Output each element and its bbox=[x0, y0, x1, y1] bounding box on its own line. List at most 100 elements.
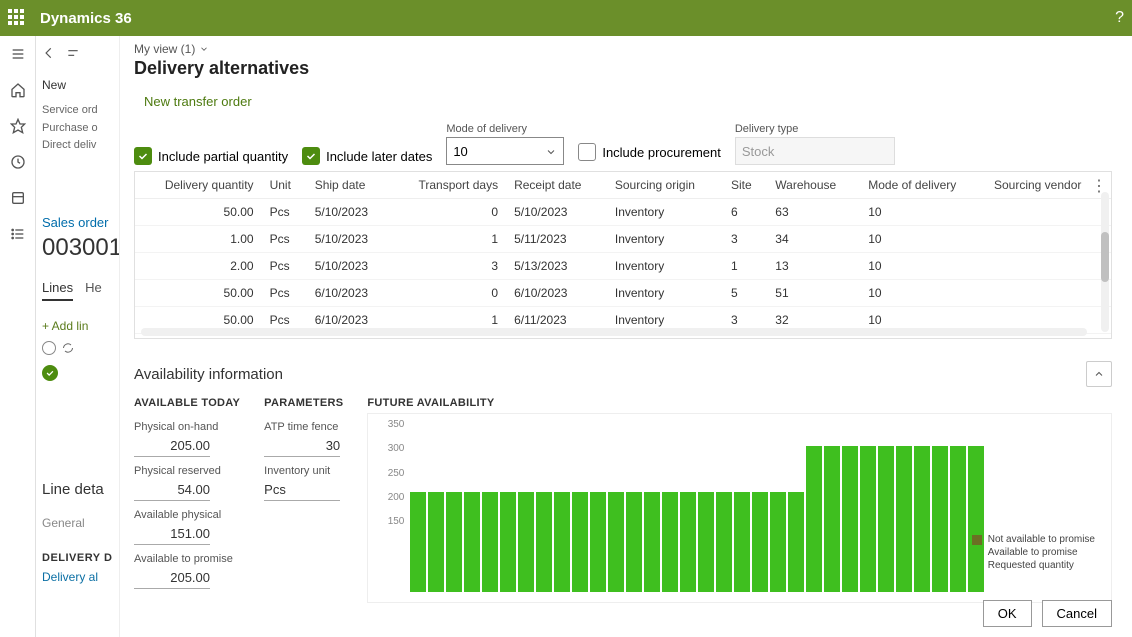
avail-phys-label: Available physical bbox=[134, 509, 240, 521]
col-header[interactable]: Ship date bbox=[307, 172, 391, 199]
table-cell: Pcs bbox=[262, 253, 307, 280]
table-cell: 5/13/2023 bbox=[506, 253, 607, 280]
breadcrumb-label: My view (1) bbox=[134, 42, 195, 56]
table-row[interactable]: 2.00Pcs5/10/202335/13/2023Inventory11310 bbox=[135, 253, 1111, 280]
line-details-header: Line deta bbox=[42, 481, 113, 498]
delivery-type-input: Stock bbox=[735, 137, 895, 165]
filter-row: Include partial quantity Include later d… bbox=[134, 123, 1112, 165]
atp-label: Available to promise bbox=[134, 553, 240, 565]
include-later-checkbox[interactable]: Include later dates bbox=[302, 147, 432, 165]
tool-icon[interactable] bbox=[66, 46, 80, 60]
table-cell: 0 bbox=[391, 280, 507, 307]
collapse-button[interactable] bbox=[1086, 361, 1112, 387]
col-header[interactable]: Delivery quantity bbox=[135, 172, 262, 199]
table-cell: 10 bbox=[860, 199, 986, 226]
sales-order-label[interactable]: Sales order bbox=[42, 215, 113, 230]
mode-select[interactable]: 10 bbox=[446, 137, 564, 165]
table-cell: 13 bbox=[767, 253, 860, 280]
parameters-column: PARAMETERS ATP time fence30 Inventory un… bbox=[264, 397, 343, 603]
chevron-up-icon bbox=[1093, 368, 1105, 380]
y-tick-label: 200 bbox=[374, 492, 404, 503]
table-cell: 10 bbox=[860, 226, 986, 253]
chart-bar bbox=[788, 492, 804, 592]
legend-label: Requested quantity bbox=[988, 560, 1074, 571]
col-header[interactable]: Site bbox=[723, 172, 767, 199]
table-cell: 5/11/2023 bbox=[506, 226, 607, 253]
col-header[interactable]: Sourcing origin bbox=[607, 172, 723, 199]
new-transfer-order-link[interactable]: New transfer order bbox=[144, 94, 252, 109]
list-icon[interactable] bbox=[10, 226, 26, 242]
col-header[interactable]: Unit bbox=[262, 172, 307, 199]
tab-lines[interactable]: Lines bbox=[42, 280, 73, 301]
mode-label: Mode of delivery bbox=[446, 123, 564, 135]
chart-bar bbox=[896, 446, 912, 592]
atp-fence-value[interactable]: 30 bbox=[264, 435, 340, 457]
avail-phys-value[interactable]: 151.00 bbox=[134, 523, 210, 545]
table-cell bbox=[986, 226, 1111, 253]
h-scrollbar[interactable] bbox=[141, 328, 1087, 336]
new-label[interactable]: New bbox=[42, 74, 113, 96]
table-cell: Inventory bbox=[607, 280, 723, 307]
chart-bar bbox=[824, 446, 840, 592]
chevron-down-icon bbox=[545, 146, 557, 158]
phys-onhand-value[interactable]: 205.00 bbox=[134, 435, 210, 457]
include-procurement-checkbox[interactable]: Include procurement bbox=[578, 143, 721, 161]
background-page: New Service ord Purchase o Direct deliv … bbox=[36, 36, 120, 637]
chart-legend: Not available to promiseAvailable to pro… bbox=[972, 534, 1095, 573]
cancel-button[interactable]: Cancel bbox=[1042, 600, 1112, 627]
checkbox-checked-icon bbox=[302, 147, 320, 165]
breadcrumb[interactable]: My view (1) bbox=[134, 42, 1112, 56]
star-icon[interactable] bbox=[10, 118, 26, 134]
include-partial-checkbox[interactable]: Include partial quantity bbox=[134, 147, 288, 165]
table-cell: 6/10/2023 bbox=[307, 280, 391, 307]
chart-bar bbox=[680, 492, 696, 592]
ok-button[interactable]: OK bbox=[983, 600, 1032, 627]
menu-icon[interactable] bbox=[10, 46, 26, 62]
table-cell: 63 bbox=[767, 199, 860, 226]
phys-reserved-label: Physical reserved bbox=[134, 465, 240, 477]
tab-general[interactable]: General bbox=[42, 516, 113, 530]
table-cell: 2.00 bbox=[135, 253, 262, 280]
scrollbar-thumb[interactable] bbox=[1101, 232, 1109, 282]
phys-reserved-value[interactable]: 54.00 bbox=[134, 479, 210, 501]
atp-value[interactable]: 205.00 bbox=[134, 567, 210, 589]
chart-bar bbox=[446, 492, 462, 592]
module-icon[interactable] bbox=[10, 190, 26, 206]
table-cell: Pcs bbox=[262, 199, 307, 226]
future-availability-column: FUTURE AVAILABILITY 150200250300350 Not … bbox=[367, 397, 1112, 603]
help-icon[interactable]: ? bbox=[1115, 9, 1124, 27]
page-title: Delivery alternatives bbox=[134, 58, 1112, 79]
legend-label: Available to promise bbox=[988, 547, 1078, 558]
table-row[interactable]: 1.00Pcs5/10/202315/11/2023Inventory33410 bbox=[135, 226, 1111, 253]
app-name: Dynamics 36 bbox=[40, 10, 132, 27]
delivery-alt-link[interactable]: Delivery al bbox=[42, 570, 113, 584]
chart-bar bbox=[536, 492, 552, 592]
table-row[interactable]: 50.00Pcs6/10/202306/10/2023Inventory5511… bbox=[135, 280, 1111, 307]
add-line-button[interactable]: + Add lin bbox=[42, 319, 113, 333]
back-icon[interactable] bbox=[42, 46, 56, 60]
inv-unit-value[interactable]: Pcs bbox=[264, 479, 340, 501]
chart-bar bbox=[590, 492, 606, 592]
col-header[interactable]: Receipt date bbox=[506, 172, 607, 199]
app-titlebar: Dynamics 36 ? bbox=[0, 0, 1132, 36]
chart-bar bbox=[554, 492, 570, 592]
col-header[interactable]: Mode of delivery bbox=[860, 172, 986, 199]
refresh-icon[interactable] bbox=[62, 342, 74, 354]
table-cell: Pcs bbox=[262, 226, 307, 253]
home-icon[interactable] bbox=[10, 82, 26, 98]
bg-line: Purchase o bbox=[42, 120, 113, 138]
table-row[interactable]: 50.00Pcs5/10/202305/10/2023Inventory6631… bbox=[135, 199, 1111, 226]
table-cell: 3 bbox=[391, 253, 507, 280]
col-header[interactable]: Warehouse bbox=[767, 172, 860, 199]
table-cell: 10 bbox=[860, 280, 986, 307]
waffle-icon[interactable] bbox=[8, 9, 26, 27]
clock-icon[interactable] bbox=[10, 154, 26, 170]
tab-header[interactable]: He bbox=[85, 280, 102, 301]
chart-bar bbox=[914, 446, 930, 592]
mode-of-delivery-field: Mode of delivery 10 bbox=[446, 123, 564, 165]
row-select-circle[interactable] bbox=[42, 341, 56, 355]
delivery-alternatives-panel: My view (1) Delivery alternatives New tr… bbox=[120, 36, 1132, 637]
table-cell bbox=[986, 253, 1111, 280]
table-cell: 0 bbox=[391, 199, 507, 226]
col-header[interactable]: Transport days bbox=[391, 172, 507, 199]
